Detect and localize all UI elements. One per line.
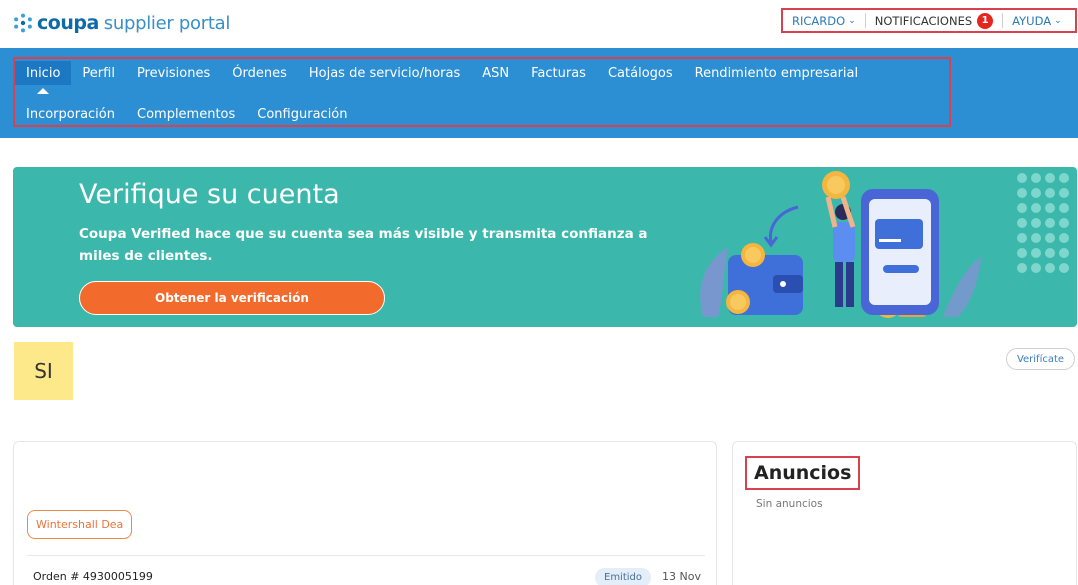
top-header: coupa supplier portal RICARDO ⌄ NOTIFICA…	[0, 0, 1078, 48]
notifications-link[interactable]: NOTIFICACIONES 1	[866, 12, 1004, 29]
banner-title: Verifique su cuenta	[79, 179, 340, 210]
user-menu: RICARDO ⌄ NOTIFICACIONES 1 AYUDA ⌄	[781, 8, 1077, 33]
help-dropdown[interactable]: AYUDA ⌄	[1003, 10, 1063, 31]
company-avatar: SI	[14, 342, 73, 400]
coupa-logo[interactable]: coupa supplier portal	[12, 9, 230, 37]
notifications-label: NOTIFICACIONES	[874, 13, 973, 28]
order-date: 13 Nov	[662, 570, 701, 583]
announcements-card: Anuncios Sin anuncios	[732, 441, 1077, 585]
nav-item-ordenes[interactable]: Órdenes	[221, 61, 298, 85]
announcements-empty-text: Sin anuncios	[756, 498, 823, 510]
nav-item-previsiones[interactable]: Previsiones	[126, 61, 221, 85]
nav-item-complementos[interactable]: Complementos	[126, 103, 246, 125]
nav-item-inicio[interactable]: Inicio	[15, 61, 72, 85]
nav-item-hojas-servicio[interactable]: Hojas de servicio/horas	[298, 61, 471, 85]
nav-item-facturas[interactable]: Facturas	[520, 61, 597, 85]
nav-item-incorporacion[interactable]: Incorporación	[15, 103, 126, 125]
announcements-title: Anuncios	[745, 456, 861, 490]
nav-item-asn[interactable]: ASN	[471, 61, 520, 85]
logo-brand-text: coupa	[37, 12, 99, 34]
card-divider	[27, 555, 705, 556]
status-badge: Emitido	[595, 568, 652, 585]
user-name: RICARDO	[792, 13, 846, 28]
verify-banner: Verifique su cuenta Coupa Verified hace …	[13, 167, 1077, 327]
nav-item-rendimiento[interactable]: Rendimiento empresarial	[684, 61, 870, 85]
verify-yourself-button[interactable]: Verifícate	[1006, 348, 1075, 370]
decorative-dots-icon	[1017, 173, 1069, 273]
chevron-down-icon: ⌄	[1054, 15, 1062, 26]
user-dropdown[interactable]: RICARDO ⌄	[783, 13, 866, 28]
nav-item-catalogos[interactable]: Catálogos	[597, 61, 684, 85]
banner-text: Coupa Verified hace que su cuenta sea má…	[79, 226, 648, 264]
coupa-snowflake-icon	[14, 13, 32, 33]
nav-row-1: Inicio Perfil Previsiones Órdenes Hojas …	[15, 61, 869, 85]
nav-row-2: Incorporación Complementos Configuración	[15, 103, 359, 125]
order-number-link[interactable]: Orden # 4930005199	[33, 570, 153, 583]
nav-item-perfil[interactable]: Perfil	[71, 61, 126, 85]
verification-illustration-icon	[700, 171, 981, 318]
nav-item-configuracion[interactable]: Configuración	[246, 103, 358, 125]
get-verified-button[interactable]: Obtener la verificación	[79, 281, 385, 315]
customer-tag[interactable]: Wintershall Dea	[27, 510, 133, 539]
help-label: AYUDA	[1012, 13, 1052, 28]
logo-portal-text: supplier portal	[103, 12, 231, 34]
orders-card: Wintershall Dea Orden # 4930005199 Emiti…	[13, 441, 717, 585]
chevron-down-icon: ⌄	[848, 15, 856, 26]
active-tab-caret-icon	[37, 88, 49, 94]
notifications-count-badge: 1	[977, 12, 994, 29]
